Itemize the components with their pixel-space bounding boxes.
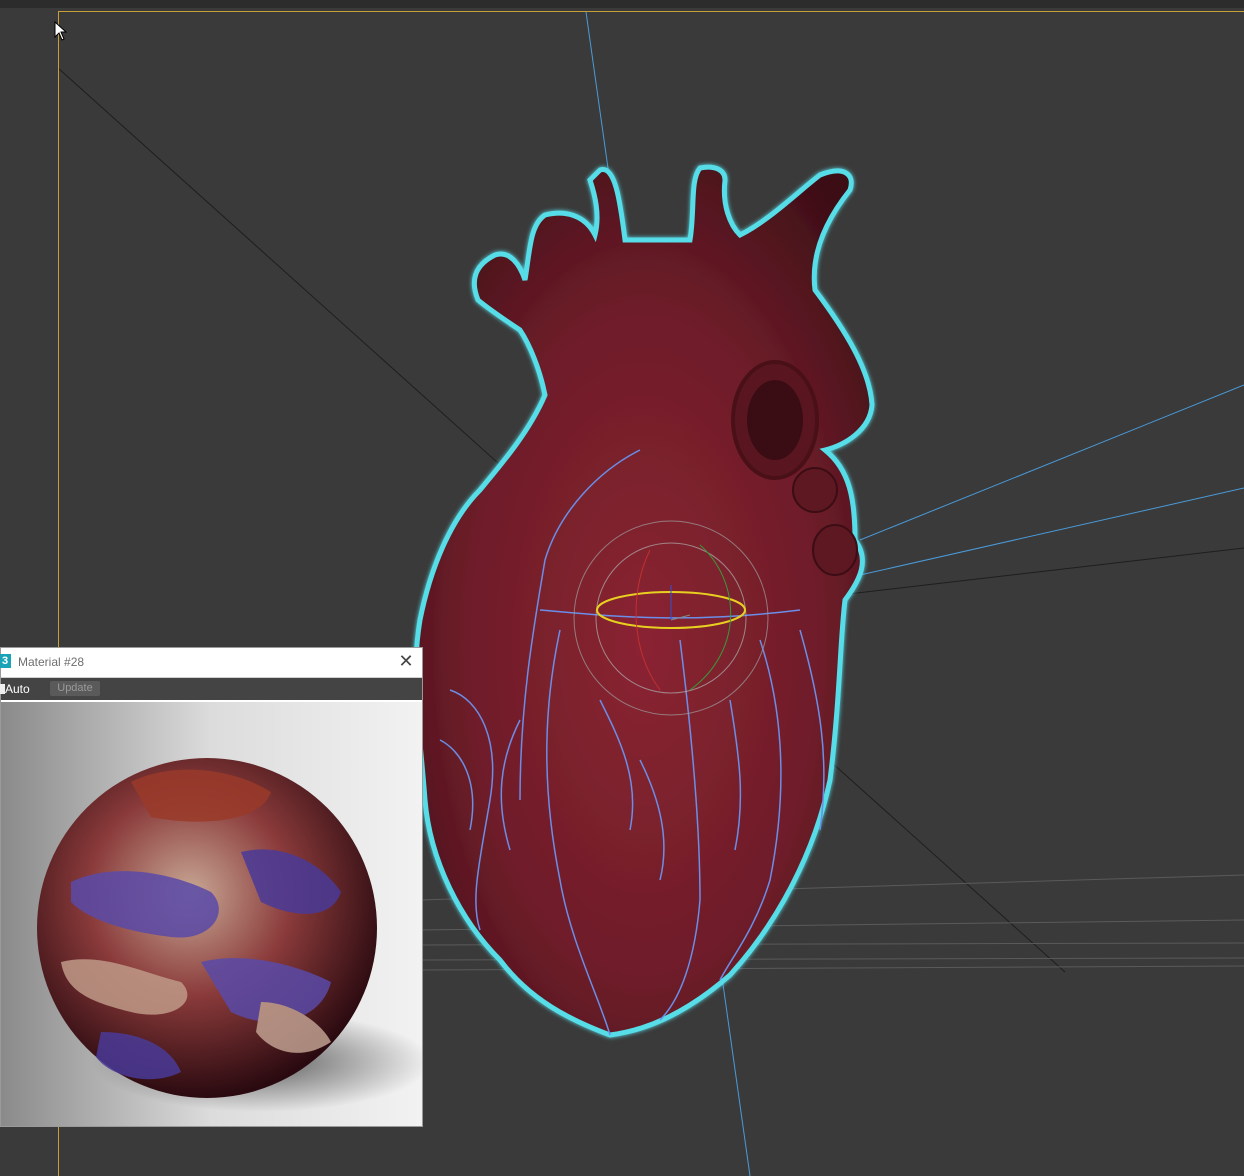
material-title: Material #28 [18, 655, 85, 669]
auto-label[interactable]: Auto [5, 682, 30, 696]
material-editor-titlebar[interactable]: 3 Material #28 ✕ [0, 648, 422, 678]
vessel-bulge [792, 467, 838, 513]
material-preview [1, 702, 422, 1126]
3dsmax-icon: 3 [0, 654, 11, 668]
material-editor-window[interactable]: 3 Material #28 ✕ Auto Update [0, 647, 423, 1127]
heart-model[interactable] [413, 164, 875, 1038]
arrow-cursor-icon [54, 21, 68, 41]
vessel-bulge [812, 524, 858, 576]
aorta-opening [747, 380, 803, 460]
light-ray [859, 384, 1244, 541]
light-ray [859, 487, 1244, 576]
material-toolbar: Auto Update [0, 678, 422, 702]
close-icon[interactable]: ✕ [396, 651, 416, 671]
update-button[interactable]: Update [50, 681, 100, 696]
scene-line [839, 547, 1244, 596]
heart-body[interactable] [413, 164, 875, 1038]
